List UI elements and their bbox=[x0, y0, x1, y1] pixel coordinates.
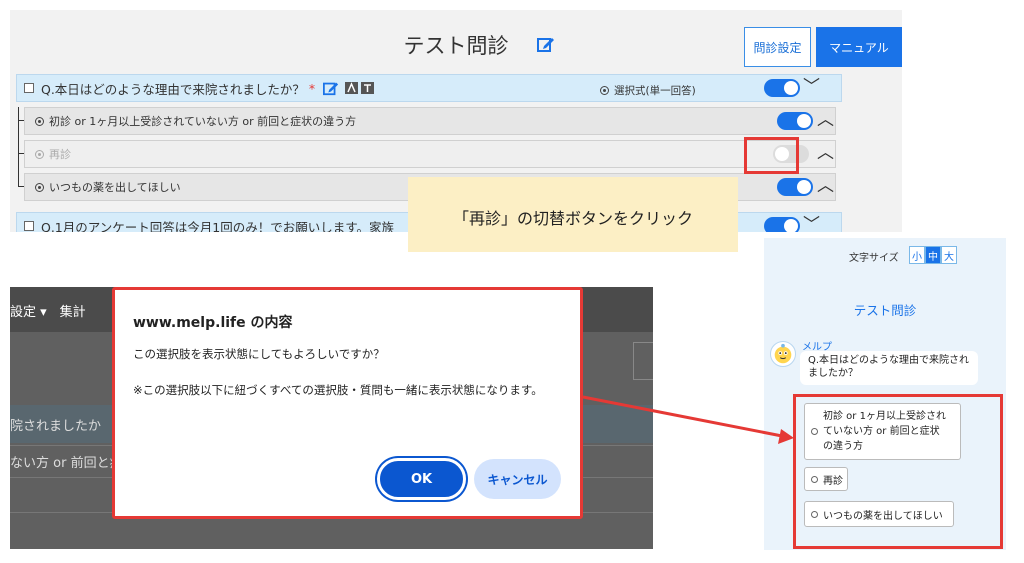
answer-label: 初診 or 1ヶ月以上受診されていない方 or 前回と症状の違う方 bbox=[49, 115, 357, 128]
visibility-toggle[interactable] bbox=[764, 217, 800, 232]
question-bubble: Q.本日はどのような理由で来院されましたか？ bbox=[800, 351, 978, 385]
choice-option[interactable]: いつもの薬を出してほしい bbox=[804, 501, 954, 527]
edit-icon[interactable] bbox=[323, 80, 339, 96]
background-button bbox=[633, 342, 653, 380]
visibility-toggle[interactable] bbox=[777, 112, 813, 130]
ok-button[interactable]: OK bbox=[377, 458, 466, 500]
bot-avatar-icon bbox=[770, 341, 796, 367]
background-question-text: 院されましたか bbox=[10, 419, 102, 434]
font-size-label: 文字サイズ bbox=[849, 253, 899, 264]
chevron-down-icon[interactable]: ﹀ bbox=[803, 216, 820, 232]
highlight-box bbox=[744, 137, 799, 174]
cancel-button[interactable]: キャンセル bbox=[474, 459, 561, 499]
edit-icon[interactable] bbox=[537, 35, 555, 53]
confirm-dialog: www.melp.life の内容 この選択肢を表示状態にしてもよろしいですか？… bbox=[112, 287, 583, 519]
question-type-label: 選択式(単一回答) bbox=[614, 85, 696, 97]
radio-icon bbox=[35, 149, 44, 159]
instruction-callout: 「再診」の切替ボタンをクリック bbox=[408, 177, 738, 252]
dialog-note: ※この選択肢以下に紐づくすべての選択肢・質問も一緒に表示状態になります。 bbox=[133, 383, 543, 397]
radio-icon bbox=[35, 116, 44, 126]
question-row[interactable]: Q.本日はどのような理由で来院されましたか？ * 選択式(単一回答) ﹀ bbox=[16, 74, 842, 102]
choice-label: 初診 or 1ヶ月以上受診されていない方 or 前回と症状の違う方 bbox=[823, 411, 946, 452]
answer-label: 再診 bbox=[49, 148, 71, 161]
choice-option[interactable]: 再診 bbox=[804, 467, 848, 491]
font-size-small-button[interactable]: 小 bbox=[909, 246, 925, 264]
question-checkbox[interactable] bbox=[24, 221, 34, 231]
question-checkbox[interactable] bbox=[24, 83, 34, 93]
font-size-medium-button[interactable]: 中 bbox=[925, 246, 941, 264]
font-size-large-button[interactable]: 大 bbox=[941, 246, 957, 264]
answer-row-hidden[interactable]: 再診 ︿ bbox=[24, 140, 836, 168]
visibility-toggle[interactable] bbox=[764, 79, 800, 97]
radio-icon bbox=[811, 475, 818, 483]
dialog-message: この選択肢を表示状態にしてもよろしいですか？ bbox=[133, 347, 385, 361]
radio-icon bbox=[811, 428, 818, 435]
choices-highlight-box: 初診 or 1ヶ月以上受診されていない方 or 前回と症状の違う方 再診 いつも… bbox=[793, 394, 1003, 549]
manual-button[interactable]: マニュアル bbox=[816, 27, 902, 67]
required-mark: * bbox=[308, 80, 316, 96]
patient-preview: 文字サイズ 小 中 大 テスト問診 メルプ Q.本日はどのような理由で来院されま… bbox=[764, 238, 1006, 550]
question-type: 選択式(単一回答) bbox=[600, 83, 696, 98]
question-label: Q.1月のアンケート回答は今月1回のみ！でお願いします。家族 bbox=[41, 219, 394, 233]
chevron-up-icon[interactable]: ︿ bbox=[817, 177, 834, 195]
chevron-up-icon[interactable]: ︿ bbox=[817, 111, 834, 129]
tree-line bbox=[18, 107, 19, 187]
choice-label: いつもの薬を出してほしい bbox=[823, 510, 943, 522]
visibility-toggle[interactable] bbox=[777, 178, 813, 196]
dialog-title: www.melp.life の内容 bbox=[133, 315, 293, 331]
inquiry-settings-button[interactable]: 問診設定 bbox=[744, 27, 811, 67]
background-menu: 設定 ▾ 集計 bbox=[10, 305, 86, 320]
preview-title: テスト問診 bbox=[853, 303, 917, 318]
radio-icon bbox=[811, 510, 818, 518]
chevron-down-icon[interactable]: ﹀ bbox=[803, 78, 820, 96]
chevron-up-icon[interactable]: ︿ bbox=[817, 144, 834, 162]
background-answer-text: ない方 or 前回と症 bbox=[10, 456, 123, 471]
answer-row[interactable]: 初診 or 1ヶ月以上受診されていない方 or 前回と症状の違う方 ︿ bbox=[24, 107, 836, 135]
radio-icon bbox=[35, 182, 44, 192]
choice-label: 再診 bbox=[823, 475, 843, 487]
choice-option[interactable]: 初診 or 1ヶ月以上受診されていない方 or 前回と症状の違う方 bbox=[804, 403, 961, 460]
answer-label: いつもの薬を出してほしい bbox=[49, 181, 181, 194]
radio-icon bbox=[600, 86, 609, 95]
format-icons[interactable] bbox=[345, 81, 375, 95]
question-label: Q.本日はどのような理由で来院されましたか？ bbox=[41, 81, 305, 97]
